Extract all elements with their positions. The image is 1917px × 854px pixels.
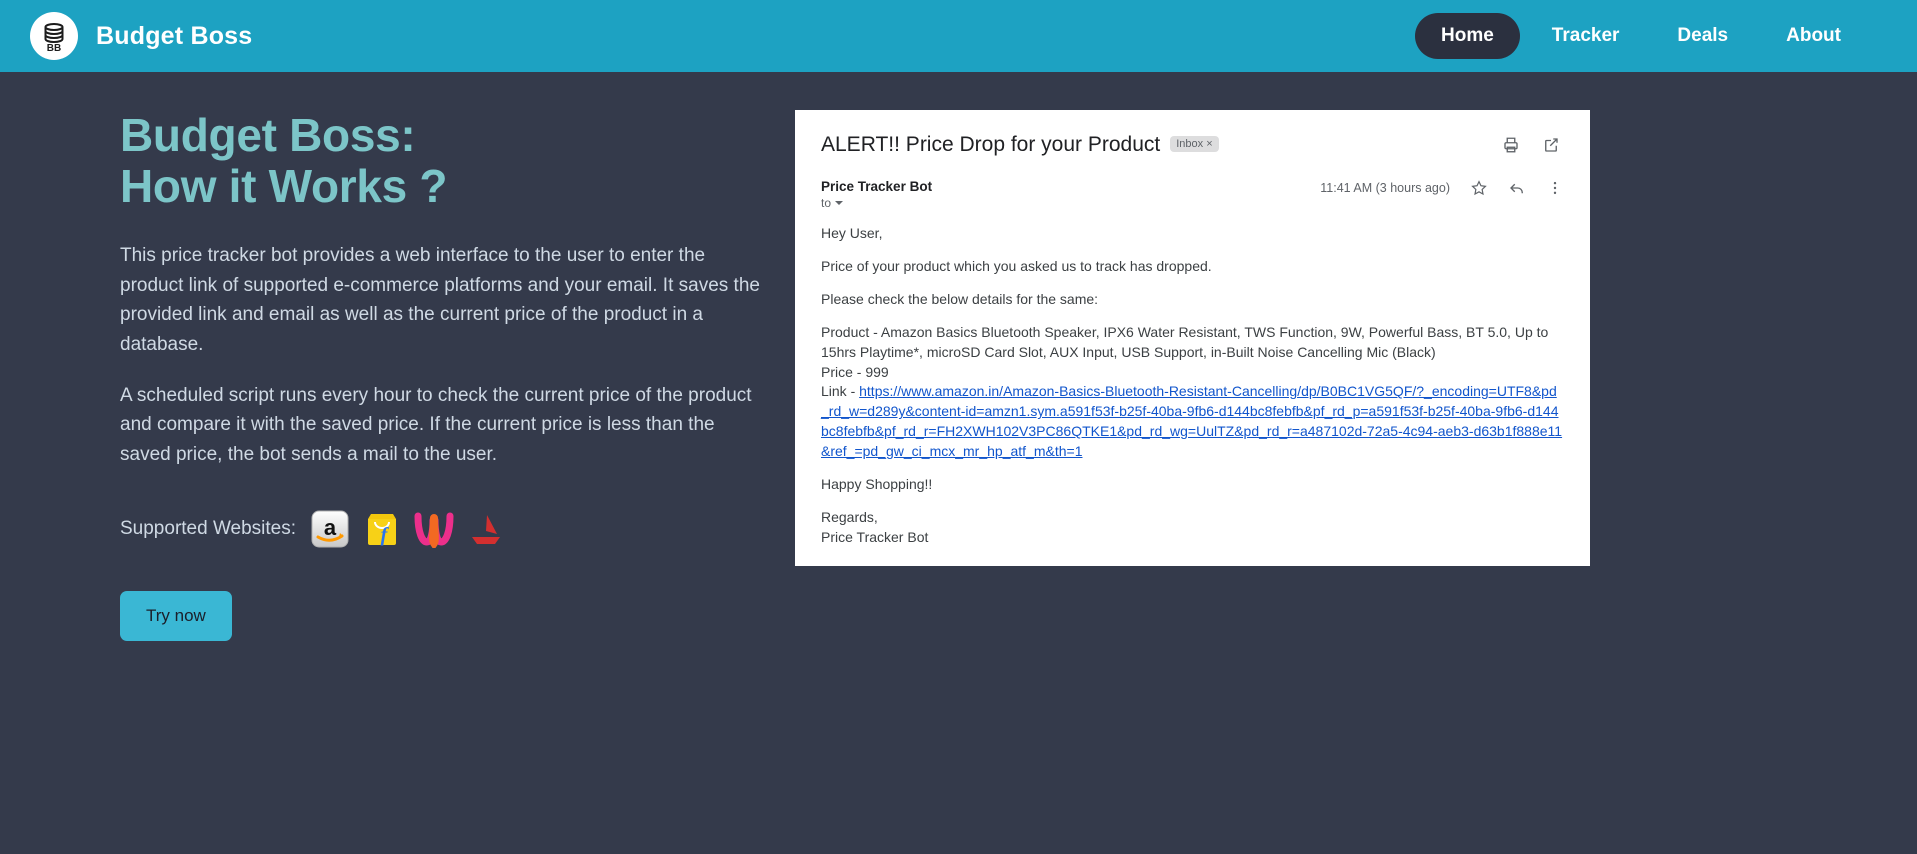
main-content: Budget Boss: How it Works ? This price t… <box>0 72 1917 642</box>
email-link-line: Link - https://www.amazon.in/Amazon-Basi… <box>821 382 1564 462</box>
nav-link-home[interactable]: Home <box>1415 13 1520 59</box>
email-to-label: to <box>821 196 832 211</box>
email-regards: Regards, <box>821 508 878 525</box>
nav-link-tracker[interactable]: Tracker <box>1526 13 1646 59</box>
brand[interactable]: BB Budget Boss <box>30 12 252 60</box>
email-product-details: Product - Amazon Basics Bluetooth Speake… <box>821 323 1564 462</box>
try-now-button[interactable]: Try now <box>120 591 232 642</box>
flipkart-icon[interactable]: f <box>362 509 402 549</box>
email-sender-block: Price Tracker Bot to <box>821 179 932 210</box>
print-icon[interactable] <box>1502 136 1520 154</box>
hero-paragraph-2: A scheduled script runs every hour to ch… <box>120 384 752 465</box>
svg-text:BB: BB <box>47 43 61 53</box>
email-recipient-toggle[interactable]: to <box>821 196 932 210</box>
email-message-actions: 11:41 AM (3 hours ago) <box>1320 179 1564 197</box>
reply-icon[interactable] <box>1508 179 1526 197</box>
star-icon[interactable] <box>1470 179 1488 197</box>
top-navbar: BB Budget Boss Home Tracker Deals About <box>0 0 1917 72</box>
email-subject: ALERT!! Price Drop for your Product <box>821 133 1161 156</box>
svg-text:a: a <box>324 515 337 540</box>
email-sender-name: Price Tracker Bot <box>821 179 933 195</box>
email-closing: Happy Shopping!! <box>821 475 933 492</box>
email-price-line: Price - 999 <box>821 363 889 380</box>
email-preview-card: ALERT!! Price Drop for your Product Inbo… <box>795 110 1590 566</box>
nav-link-about[interactable]: About <box>1760 13 1867 59</box>
email-subject-row: ALERT!! Price Drop for your Product Inbo… <box>821 132 1564 157</box>
hero-paragraph-1: This price tracker bot provides a web in… <box>120 245 760 355</box>
supported-websites-label: Supported Websites: <box>120 518 297 540</box>
chevron-down-icon <box>835 201 844 206</box>
email-product-link[interactable]: https://www.amazon.in/Amazon-Basics-Blue… <box>821 383 1562 459</box>
myntra-icon[interactable] <box>414 509 454 549</box>
email-sender-row: Price Tracker Bot to 11:41 AM (3 hours a… <box>821 179 1564 210</box>
nav-link-deals[interactable]: Deals <box>1651 13 1754 59</box>
page-title-line2: How it Works ? <box>120 159 448 212</box>
supported-site-icons: a f <box>310 509 506 549</box>
supported-websites-row: Supported Websites: a f <box>120 509 770 549</box>
open-in-new-icon[interactable] <box>1542 136 1560 154</box>
ajio-icon[interactable] <box>466 509 506 549</box>
hero-section: Budget Boss: How it Works ? This price t… <box>0 110 790 642</box>
email-greeting: Hey User, <box>821 225 883 242</box>
page-title: Budget Boss: How it Works ? <box>120 110 770 211</box>
email-timestamp: 11:41 AM (3 hours ago) <box>1320 181 1450 196</box>
more-vertical-icon[interactable] <box>1546 179 1564 197</box>
page-title-line1: Budget Boss: <box>120 109 416 161</box>
inbox-label-chip[interactable]: Inbox × <box>1170 136 1219 152</box>
email-line-1: Price of your product which you asked us… <box>821 258 1212 275</box>
email-line-2: Please check the below details for the s… <box>821 290 1099 307</box>
email-subject-actions <box>1502 132 1564 154</box>
nav-links: Home Tracker Deals About <box>1415 13 1893 59</box>
brand-title: Budget Boss <box>96 21 253 50</box>
email-body: Hey User, Price of your product which yo… <box>821 224 1564 547</box>
email-signature: Price Tracker Bot <box>821 528 929 545</box>
email-link-prefix: Link - <box>821 383 860 400</box>
amazon-icon[interactable]: a <box>310 509 350 549</box>
budget-boss-logo-icon: BB <box>30 12 78 60</box>
email-product-line: Product - Amazon Basics Bluetooth Speake… <box>821 323 1549 360</box>
